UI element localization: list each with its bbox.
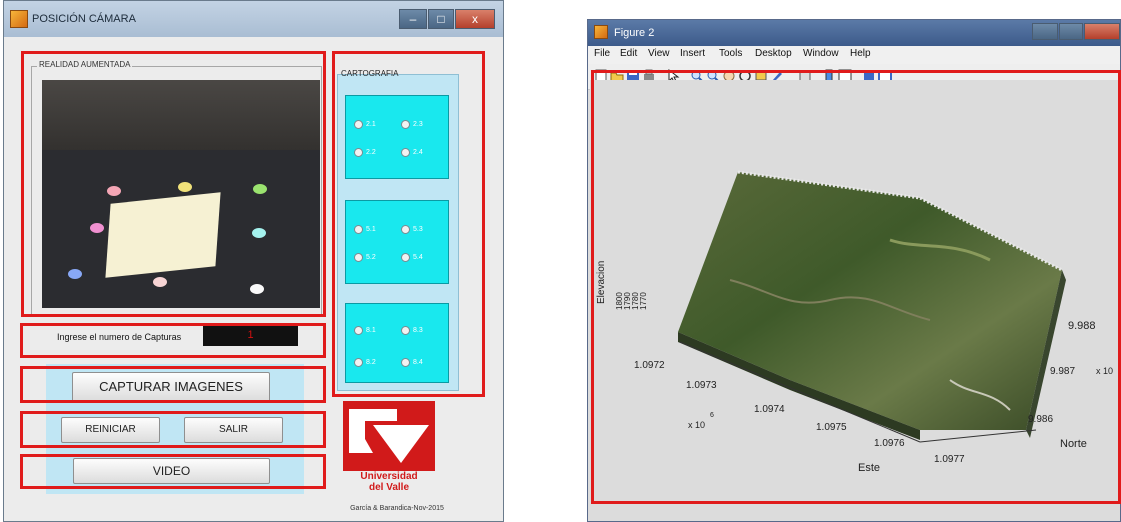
credit-text: García & Barandica-Nov-2015 [350,505,444,512]
menu-edit[interactable]: Edit [620,48,637,59]
highlight-figure [591,70,1121,504]
figure-title: Figure 2 [614,27,655,39]
highlight-camera [21,51,326,317]
app-icon [10,10,28,28]
highlight-capture-button [20,366,326,403]
menu-file[interactable]: File [594,48,610,59]
menu-tools[interactable]: Tools [719,48,742,59]
close-button[interactable] [1084,23,1120,40]
highlight-cartography [332,51,485,397]
menu-desktop[interactable]: Desktop [755,48,792,59]
window-title: POSICIÓN CÁMARA [32,13,136,25]
highlight-restart-exit [20,411,326,448]
menu-view[interactable]: View [648,48,670,59]
title-bar: POSICIÓN CÁMARA – □ x [4,1,503,37]
menu-help[interactable]: Help [850,48,871,59]
matlab-icon [594,25,608,39]
menu-bar: File Edit View Insert Tools Desktop Wind… [588,46,1120,64]
menu-window[interactable]: Window [803,48,839,59]
minimize-button[interactable] [1032,23,1058,40]
highlight-video [20,454,326,489]
highlight-captures [20,323,326,358]
maximize-button[interactable]: □ [428,9,454,29]
maximize-button[interactable] [1059,23,1083,40]
close-button[interactable]: x [455,9,495,29]
logo-text: Universidad del Valle [360,471,418,493]
menu-insert[interactable]: Insert [680,48,705,59]
figure-title-bar: Figure 2 [588,20,1120,46]
minimize-button[interactable]: – [399,9,427,29]
